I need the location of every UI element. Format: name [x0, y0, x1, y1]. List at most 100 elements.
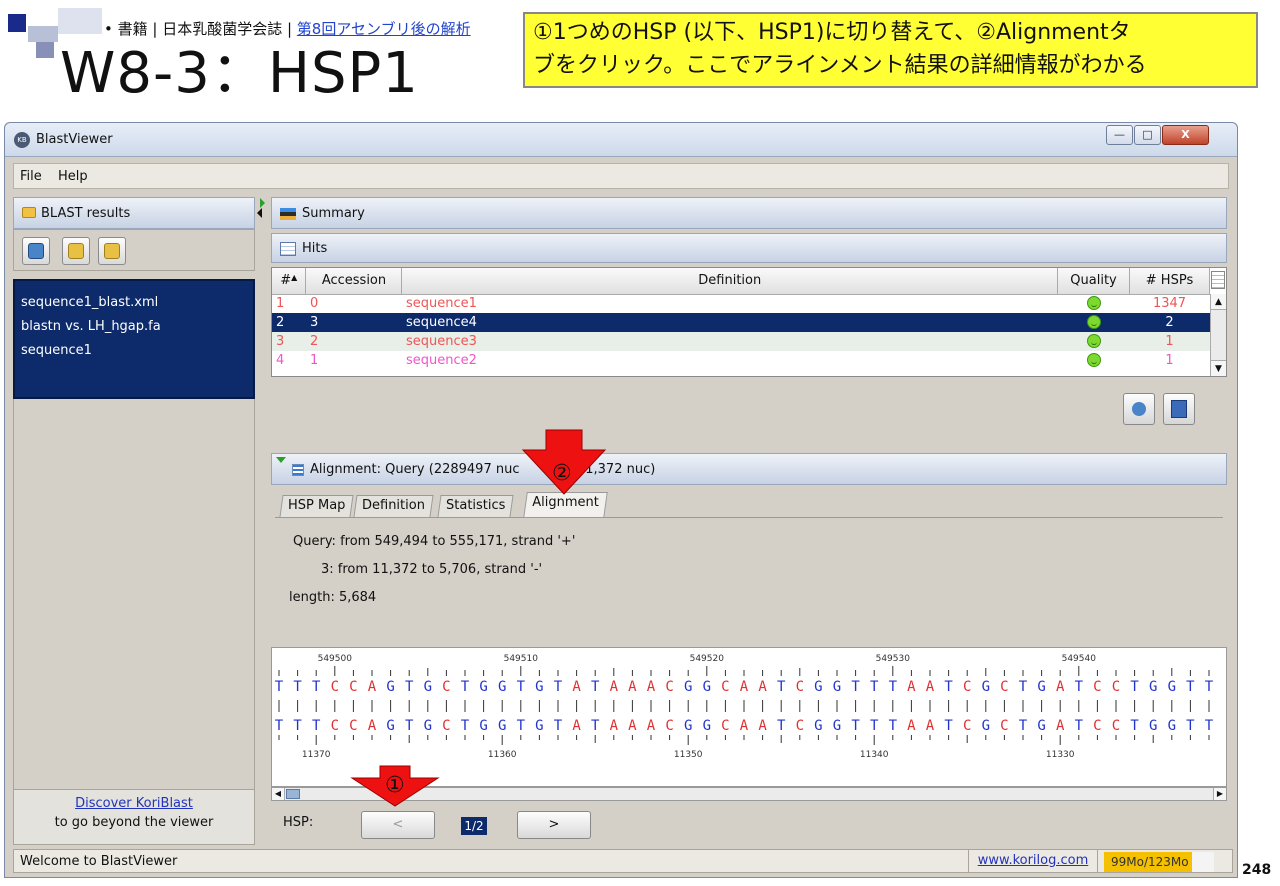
hits-scrollbar[interactable]: ▲ ▼ — [1210, 294, 1226, 376]
previous-hsp-button[interactable]: < — [361, 811, 435, 839]
col-definition[interactable]: Definition — [401, 268, 1059, 295]
tab-definition-label: Definition — [362, 498, 425, 513]
query-base: G — [814, 679, 822, 695]
row-accession: 3 — [305, 313, 402, 332]
scroll-up-icon[interactable]: ▲ — [1211, 294, 1226, 310]
expand-left-icon[interactable] — [257, 208, 262, 218]
query-base: A — [647, 679, 656, 695]
query-base: A — [572, 679, 581, 695]
summary-header[interactable]: Summary — [271, 197, 1227, 229]
tab-hsp-map-label: HSP Map — [288, 498, 346, 513]
collapse-icon[interactable] — [276, 457, 286, 463]
next-hsp-button[interactable]: > — [517, 811, 591, 839]
globe-icon — [28, 243, 44, 259]
maximize-button[interactable]: □ — [1134, 125, 1161, 145]
memory-indicator[interactable]: 99Mo/123Mo — [1104, 852, 1214, 872]
column-chooser-icon[interactable] — [1211, 271, 1225, 289]
tab-statistics[interactable]: Statistics — [437, 495, 514, 517]
slide-decoration — [28, 26, 58, 42]
save-button[interactable] — [1163, 393, 1195, 425]
results-query[interactable]: sequence1 — [21, 339, 247, 363]
expand-right-icon[interactable] — [260, 198, 265, 208]
query-base: C — [442, 679, 450, 695]
table-row[interactable]: 3 2 sequence3 1 — [272, 332, 1210, 351]
subject-base: T — [1186, 718, 1195, 734]
minimize-button[interactable]: — — [1106, 125, 1133, 145]
query-base: C — [331, 679, 339, 695]
query-base: G — [982, 679, 990, 695]
table-icon — [280, 242, 296, 256]
row-quality — [1057, 313, 1130, 332]
results-tree[interactable]: sequence1_blast.xml blastn vs. LH_hgap.f… — [13, 279, 255, 399]
col-num[interactable]: #▲ — [272, 268, 307, 295]
close-button[interactable]: X — [1162, 125, 1209, 145]
subject-base: C — [1112, 718, 1120, 734]
table-row[interactable]: 4 1 sequence2 1 — [272, 351, 1210, 370]
subject-base: A — [758, 718, 767, 734]
table-row[interactable]: 2 3 sequence4 2 — [272, 313, 1210, 332]
query-base: C — [1112, 679, 1120, 695]
alignment-header[interactable]: Alignment: Query (2289497 nuc 3 (11,372 n… — [271, 453, 1227, 485]
blast-results-header[interactable]: BLAST results — [13, 197, 255, 229]
scroll-left-icon[interactable]: ◀ — [272, 788, 285, 800]
subject-base: C — [1093, 718, 1101, 734]
subject-base: T — [870, 718, 879, 734]
row-quality — [1058, 351, 1130, 370]
tab-definition[interactable]: Definition — [353, 495, 434, 517]
folder-icon — [104, 243, 120, 259]
open-folder-button[interactable] — [62, 237, 90, 265]
summary-label: Summary — [302, 206, 365, 221]
slide-title: W8-3：HSP1 — [60, 41, 419, 106]
subject-base: A — [907, 718, 916, 734]
smiley-quality-icon — [1086, 296, 1101, 311]
discover-koriblast-link[interactable]: Discover KoriBlast — [14, 796, 254, 811]
col-hsps[interactable]: # HSPs — [1129, 268, 1210, 295]
hit-range: 3: from 11,372 to 5,706, strand '-' — [321, 562, 543, 577]
close-folder-button[interactable] — [98, 237, 126, 265]
hits-grid[interactable]: #▲ Accession Definition Quality # HSPs 1… — [272, 268, 1210, 370]
query-base: A — [1056, 679, 1065, 695]
subject-base: T — [275, 718, 284, 734]
hits-header[interactable]: Hits — [271, 233, 1227, 263]
col-accession[interactable]: Accession — [305, 268, 403, 295]
query-base: G — [1149, 679, 1157, 695]
scroll-down-icon[interactable]: ▼ — [1211, 360, 1226, 376]
folder-icon — [22, 207, 36, 218]
globe-icon — [1132, 402, 1146, 416]
row-accession: 0 — [309, 295, 319, 311]
menu-bar: File Help — [13, 163, 1229, 189]
hits-table[interactable]: #▲ Accession Definition Quality # HSPs 1… — [271, 267, 1227, 377]
query-base: G — [703, 679, 711, 695]
menu-help[interactable]: Help — [58, 169, 88, 184]
menu-file[interactable]: File — [20, 169, 42, 184]
hsp-page-indicator: 1/2 — [461, 817, 487, 835]
table-row[interactable]: 1 0 sequence1 1347 — [272, 294, 1210, 313]
breadcrumb-link[interactable]: 第8回アセンブリ後の解析 — [297, 20, 471, 38]
query-base: C — [349, 679, 357, 695]
subject-base: T — [405, 718, 414, 734]
col-quality[interactable]: Quality — [1057, 268, 1130, 295]
panel-splitter[interactable] — [257, 197, 267, 219]
results-program[interactable]: blastn vs. LH_hgap.fa — [21, 315, 247, 339]
row-accession: 1 — [309, 352, 319, 368]
subject-base: C — [1000, 718, 1008, 734]
web-blast-button[interactable] — [1123, 393, 1155, 425]
blastviewer-window: KB BlastViewer — □ X File Help BLAST res… — [4, 122, 1238, 878]
annotation-marker-1: ① — [385, 773, 405, 798]
subject-base: T — [944, 718, 953, 734]
scroll-right-icon[interactable]: ▶ — [1213, 788, 1226, 800]
korilog-link[interactable]: www.korilog.com — [968, 850, 1098, 872]
tab-hsp-map[interactable]: HSP Map — [279, 495, 354, 517]
top-ruler-label: 549500 — [318, 654, 353, 664]
open-blast-button[interactable] — [22, 237, 50, 265]
slide-decoration — [58, 8, 102, 34]
query-base: T — [851, 679, 860, 695]
query-base: C — [721, 679, 729, 695]
top-ruler-label: 549510 — [504, 654, 539, 664]
subject-base: T — [1019, 718, 1028, 734]
bottom-ruler-label: 11370 — [302, 750, 331, 760]
query-base: A — [907, 679, 916, 695]
results-file[interactable]: sequence1_blast.xml — [21, 291, 247, 315]
scroll-thumb[interactable] — [286, 789, 300, 799]
left-panel-empty — [13, 399, 255, 789]
